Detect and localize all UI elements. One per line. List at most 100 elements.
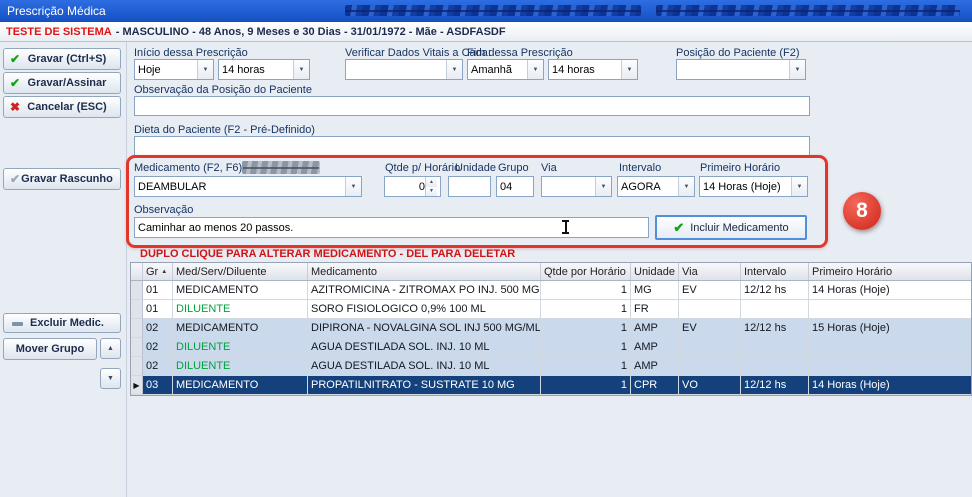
inicio-time-combo[interactable]: 14 horas ▼ — [218, 59, 310, 80]
arrow-up-icon: ▲ — [107, 345, 114, 352]
vitais-combo[interactable]: ▼ — [345, 59, 463, 80]
column-header-gr[interactable]: Gr ▲ — [143, 263, 173, 280]
table-row[interactable]: 02 DILUENTE AGUA DESTILADA SOL. INJ. 10 … — [131, 357, 971, 376]
chevron-down-icon: ▼ — [345, 177, 361, 196]
save-button[interactable]: ✔ Gravar (Ctrl+S) — [3, 48, 121, 70]
save-button-label: Gravar (Ctrl+S) — [28, 53, 107, 65]
cell-primeiro — [809, 357, 971, 376]
posicao-combo[interactable]: ▼ — [676, 59, 806, 80]
move-group-button[interactable]: Mover Grupo — [3, 338, 97, 360]
delete-medication-button[interactable]: Excluir Medic. — [3, 313, 121, 333]
cell-primeiro — [809, 338, 971, 357]
cell-primeiro: 14 Horas (Hoje) — [809, 376, 971, 395]
observacao-input[interactable]: Caminhar ao menos 20 passos. — [134, 217, 649, 238]
cell-unidade: MG — [631, 281, 679, 300]
cancel-button-label: Cancelar (ESC) — [27, 101, 106, 113]
obs-posicao-label: Observação da Posição do Paciente — [134, 84, 312, 96]
table-row[interactable]: 01 DILUENTE SORO FISIOLOGICO 0,9% 100 ML… — [131, 300, 971, 319]
grupo-input[interactable]: 04 — [496, 176, 534, 197]
combo-value: Hoje — [138, 64, 197, 76]
delete-medication-label: Excluir Medic. — [30, 317, 104, 329]
medication-table: Gr ▲ Med/Serv/Diluente Medicamento Qtde … — [130, 262, 972, 396]
primeiro-horario-combo[interactable]: 14 Horas (Hoje) ▼ — [699, 176, 808, 197]
intervalo-label: Intervalo — [619, 162, 661, 174]
cell-gr: 02 — [143, 357, 173, 376]
row-indicator — [131, 319, 143, 338]
row-indicator — [131, 281, 143, 300]
chevron-down-icon: ▼ — [197, 60, 213, 79]
cell-qtde: 1 — [541, 300, 631, 319]
incluir-medicamento-button[interactable]: ✔ Incluir Medicamento — [655, 215, 807, 240]
observacao-label: Observação — [134, 204, 193, 216]
move-group-up-button[interactable]: ▲ — [100, 338, 121, 359]
redacted-title-segment — [345, 5, 641, 16]
unidade-input[interactable] — [448, 176, 491, 197]
table-row[interactable]: 02 DILUENTE AGUA DESTILADA SOL. INJ. 10 … — [131, 338, 971, 357]
qtde-stepper[interactable]: 0 ▲ ▼ — [384, 176, 441, 197]
column-header-via[interactable]: Via — [679, 263, 741, 280]
prescription-window: Prescrição Médica TESTE DE SISTEMA - MAS… — [0, 0, 972, 497]
intervalo-combo[interactable]: AGORA ▼ — [617, 176, 695, 197]
annotation-badge: 8 — [843, 192, 881, 230]
cell-gr: 01 — [143, 300, 173, 319]
check-icon: ✔ — [10, 53, 20, 65]
cell-primeiro: 14 Horas (Hoje) — [809, 281, 971, 300]
sort-icon: ▲ — [161, 269, 167, 275]
fim-time-combo[interactable]: 14 horas ▼ — [548, 59, 638, 80]
cell-primeiro — [809, 300, 971, 319]
row-indicator — [131, 300, 143, 319]
cell-gr: 02 — [143, 319, 173, 338]
cell-tipo: MEDICAMENTO — [173, 376, 308, 395]
cell-intervalo — [741, 300, 809, 319]
cell-qtde: 1 — [541, 319, 631, 338]
spin-up-icon[interactable]: ▲ — [426, 177, 437, 187]
chevron-down-icon: ▼ — [595, 177, 611, 196]
cell-via — [679, 300, 741, 319]
cell-medicamento: SORO FISIOLOGICO 0,9% 100 ML — [308, 300, 541, 319]
inicio-day-combo[interactable]: Hoje ▼ — [134, 59, 214, 80]
obs-posicao-input[interactable] — [134, 96, 810, 116]
close-icon: ✖ — [10, 101, 20, 113]
cell-qtde: 1 — [541, 338, 631, 357]
grupo-label: Grupo — [498, 162, 529, 174]
redacted-title-segment — [656, 5, 960, 16]
cell-unidade: AMP — [631, 357, 679, 376]
cell-medicamento: PROPATILNITRATO - SUSTRATE 10 MG — [308, 376, 541, 395]
dieta-input[interactable] — [134, 136, 810, 156]
check-icon: ✔ — [673, 220, 684, 236]
stepper-buttons[interactable]: ▲ ▼ — [425, 177, 437, 196]
cancel-button[interactable]: ✖ Cancelar (ESC) — [3, 96, 121, 118]
table-row[interactable]: 02 MEDICAMENTO DIPIRONA - NOVALGINA SOL … — [131, 319, 971, 338]
column-header-medicamento[interactable]: Medicamento — [308, 263, 541, 280]
combo-value: 14 horas — [222, 64, 293, 76]
arrow-down-icon: ▼ — [107, 375, 114, 382]
save-draft-button[interactable]: ✔ Gravar Rascunho — [3, 168, 121, 190]
column-header-tipo[interactable]: Med/Serv/Diluente — [173, 263, 308, 280]
row-indicator — [131, 357, 143, 376]
column-header-primeiro[interactable]: Primeiro Horário — [809, 263, 971, 280]
cell-primeiro: 15 Horas (Hoje) — [809, 319, 971, 338]
fim-day-combo[interactable]: Amanhã ▼ — [467, 59, 544, 80]
table-row[interactable]: 01 MEDICAMENTO AZITROMICINA - ZITROMAX P… — [131, 281, 971, 300]
cell-unidade: AMP — [631, 338, 679, 357]
posicao-label: Posição do Paciente (F2) — [676, 47, 800, 59]
move-group-down-button[interactable]: ▼ — [100, 368, 121, 389]
patient-details: - MASCULINO - 48 Anos, 9 Meses e 30 Dias… — [116, 26, 506, 38]
via-combo[interactable]: ▼ — [541, 176, 612, 197]
chevron-down-icon: ▼ — [621, 60, 637, 79]
medicamento-combo[interactable]: DEAMBULAR ▼ — [134, 176, 362, 197]
unidade-label: Unidade — [455, 162, 496, 174]
save-sign-button[interactable]: ✔ Gravar/Assinar — [3, 72, 121, 94]
column-header-intervalo[interactable]: Intervalo — [741, 263, 809, 280]
combo-value: AGORA — [621, 181, 678, 193]
check-icon: ✔ — [10, 77, 20, 89]
column-header-unidade[interactable]: Unidade — [631, 263, 679, 280]
column-header-qtde[interactable]: Qtde por Horário — [541, 263, 631, 280]
combo-value: 14 horas — [552, 64, 621, 76]
cell-medicamento: AZITROMICINA - ZITROMAX PO INJ. 500 MG — [308, 281, 541, 300]
cell-intervalo: 12/12 hs — [741, 281, 809, 300]
via-label: Via — [541, 162, 557, 174]
cell-unidade: FR — [631, 300, 679, 319]
spin-down-icon[interactable]: ▼ — [426, 187, 437, 197]
table-row[interactable]: ▶ 03 MEDICAMENTO PROPATILNITRATO - SUSTR… — [131, 376, 971, 395]
